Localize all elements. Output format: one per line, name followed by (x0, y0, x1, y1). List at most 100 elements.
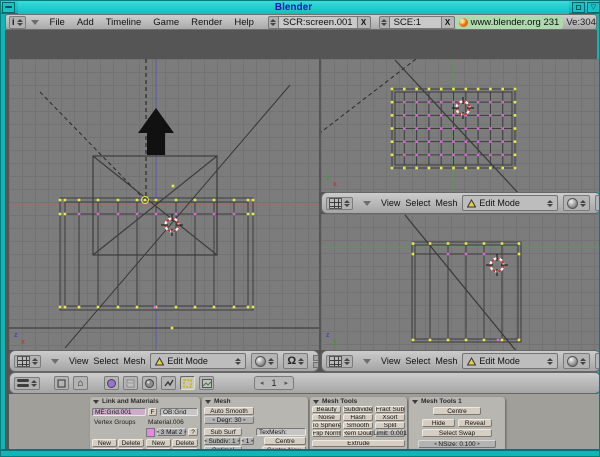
menu-render[interactable]: Render (191, 17, 222, 28)
logic-context-button[interactable] (104, 376, 119, 390)
panel-alignment-button[interactable] (54, 376, 69, 390)
panel-mesh-tools: Mesh Tools Beauty Subdivide Fract Sub No… (310, 397, 407, 457)
script-context-button[interactable] (123, 376, 138, 390)
menu-view[interactable]: View (381, 198, 400, 208)
scene-browse-button[interactable] (379, 16, 390, 29)
menu-mesh[interactable]: Mesh (123, 356, 145, 366)
auto-smooth-toggle[interactable]: Auto Smooth (204, 407, 254, 415)
fake-user-button[interactable]: F (148, 408, 157, 416)
menu-add[interactable]: Add (77, 17, 94, 28)
material-color-swatch[interactable] (146, 428, 155, 437)
rotation-mode-dropdown[interactable]: Ω (595, 195, 600, 211)
viewport-front[interactable]: zx (9, 59, 319, 350)
menu-view[interactable]: View (381, 356, 400, 366)
info-stats: www.blender.org 231 Ve:304-416 | F (455, 16, 597, 29)
version-stats: Ve:304-416 | F (566, 17, 597, 28)
scene-name-field[interactable]: SCE:1 (390, 16, 442, 29)
hash-button[interactable]: Hash (343, 414, 373, 421)
vgroup-new-button[interactable]: New (92, 439, 117, 447)
panel-header[interactable]: Mesh Tools (313, 398, 357, 405)
collapse-menus-icon[interactable] (31, 20, 39, 25)
window-type-dropdown-buttons[interactable] (14, 377, 40, 390)
window-menu-button[interactable] (2, 2, 15, 13)
degr-spinner[interactable]: Degr: 30 (204, 416, 254, 424)
fract-subd-button[interactable]: Fract Sub (375, 406, 405, 413)
window-type-dropdown-3dview[interactable] (326, 197, 353, 210)
subdivide-button[interactable]: Subdivide (343, 406, 373, 413)
material-new-button[interactable]: New (146, 439, 171, 447)
menu-timeline[interactable]: Timeline (106, 17, 142, 28)
scene-context-button[interactable] (199, 376, 214, 390)
material-query-button[interactable]: ? (188, 428, 198, 436)
centre-button[interactable]: Centre (264, 437, 306, 445)
window-shade-button[interactable]: ▽ (587, 2, 600, 13)
select-swap-button[interactable]: Select Swap (422, 429, 492, 437)
screen-name-field[interactable]: SCR:screen.001 (279, 16, 358, 29)
menu-help[interactable]: Help (234, 17, 254, 28)
home-button[interactable]: ⌂ (73, 376, 88, 390)
noise-button[interactable]: Noise (312, 414, 341, 421)
3dview-icon (329, 198, 342, 209)
panel-header[interactable]: Mesh Tools 1 (412, 398, 462, 405)
scene-delete-button[interactable]: X (442, 16, 455, 29)
reveal-button[interactable]: Reveal (458, 419, 492, 427)
panel-header[interactable]: Mesh (205, 398, 231, 405)
frame-number-spinner[interactable]: ◂ 1 ▸ (254, 376, 294, 390)
mode-dropdown[interactable]: Edit Mode (462, 195, 558, 211)
subdiv-spinner[interactable]: Subdiv: 1 (204, 437, 240, 445)
shading-context-button[interactable] (142, 376, 157, 390)
xsort-button[interactable]: Xsort (375, 414, 405, 421)
beauty-toggle[interactable]: Beauty (312, 406, 341, 413)
flip-normals-button[interactable]: Flip Norm (312, 430, 341, 437)
object-context-button[interactable] (161, 376, 176, 390)
vgroup-delete-button[interactable]: Delete (118, 439, 144, 447)
mode-dropdown[interactable]: Edit Mode (150, 353, 246, 369)
limit-spinner[interactable]: Limit: 0.001 (375, 430, 405, 437)
draw-type-dropdown[interactable] (251, 353, 278, 369)
frame-next-icon[interactable]: ▸ (285, 379, 289, 387)
collapse-menus-icon[interactable] (51, 359, 59, 364)
viewport-top[interactable]: yx (321, 59, 600, 192)
mesh-datablock-field[interactable]: ME:Grid.001 (92, 408, 146, 416)
subsurf-toggle[interactable]: Sub Surf (204, 428, 242, 436)
smooth-button[interactable]: Smooth (343, 422, 373, 429)
panel-header[interactable]: Link and Materials (93, 398, 159, 405)
window-type-dropdown-info[interactable]: i (9, 16, 26, 29)
object-name-field[interactable]: OB:Grid (160, 408, 198, 416)
to-sphere-button[interactable]: To Sphere (312, 422, 341, 429)
menu-file[interactable]: File (50, 17, 65, 28)
material-delete-button[interactable]: Delete (172, 439, 198, 447)
viewport-side[interactable]: zy (321, 214, 600, 350)
editing-context-button[interactable] (180, 376, 195, 390)
mode-dropdown[interactable]: Edit Mode (462, 353, 558, 369)
draw-type-dropdown[interactable] (563, 195, 590, 211)
window-type-dropdown-3dview[interactable] (326, 355, 353, 368)
extrude-button[interactable]: Extrude (312, 440, 405, 447)
subdiv-render-spinner[interactable]: 1 (241, 437, 254, 445)
menu-mesh[interactable]: Mesh (435, 198, 457, 208)
rotation-mode-dropdown[interactable]: Ω (283, 353, 308, 369)
centre-button[interactable]: Centre (433, 407, 481, 415)
screen-browse-button[interactable] (268, 16, 279, 29)
frame-prev-icon[interactable]: ◂ (260, 379, 264, 387)
layer-buttons-group1[interactable] (313, 355, 319, 368)
menu-view[interactable]: View (69, 356, 88, 366)
menu-select[interactable]: Select (405, 356, 430, 366)
window-type-dropdown-3dview[interactable] (14, 355, 41, 368)
collapse-menus-icon[interactable] (363, 201, 371, 206)
rotation-mode-dropdown[interactable]: Ω (595, 353, 600, 369)
buttons-window: Link and Materials ME:Grid.001 F OB:Grid… (9, 394, 600, 457)
menu-select[interactable]: Select (405, 198, 430, 208)
texmesh-field[interactable]: TexMesh: (256, 428, 306, 436)
nsize-spinner[interactable]: NSize: 0.100 (418, 440, 496, 448)
window-maximize-button[interactable] (572, 2, 585, 13)
menu-mesh[interactable]: Mesh (435, 356, 457, 366)
screen-delete-button[interactable]: X (358, 16, 371, 29)
menu-game[interactable]: Game (153, 17, 179, 28)
draw-type-dropdown[interactable] (563, 353, 590, 369)
menu-select[interactable]: Select (93, 356, 118, 366)
split-button[interactable]: Split (375, 422, 405, 429)
material-index-spinner[interactable]: 3 Mat 2 (157, 428, 186, 436)
hide-button[interactable]: Hide (422, 419, 455, 427)
collapse-menus-icon[interactable] (363, 359, 371, 364)
